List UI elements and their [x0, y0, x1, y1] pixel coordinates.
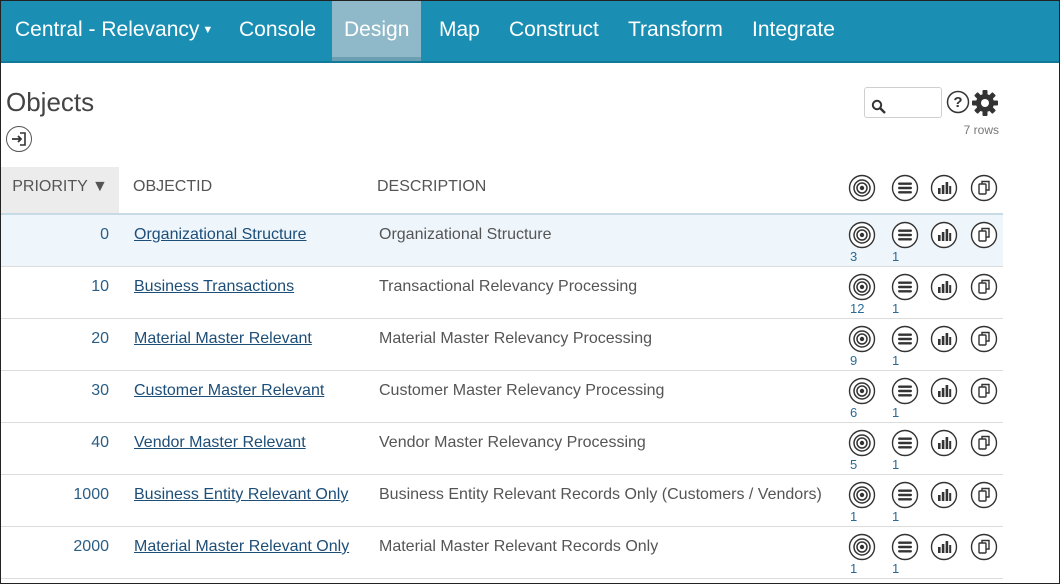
- list-icon[interactable]: [891, 481, 919, 509]
- list-icon[interactable]: [891, 174, 919, 202]
- copy-icon[interactable]: [970, 174, 998, 202]
- copy-icon[interactable]: [970, 481, 998, 509]
- copy-icon[interactable]: [970, 429, 998, 457]
- top-navigation: Central - Relevancy ▼ Console Design Map …: [1, 1, 1059, 63]
- list-count[interactable]: 1: [892, 301, 899, 316]
- list-count[interactable]: 1: [892, 353, 899, 368]
- chart-icon[interactable]: [930, 429, 958, 457]
- search-icon: [871, 99, 886, 114]
- target-icon[interactable]: [848, 221, 876, 249]
- priority-cell: 40: [91, 434, 109, 451]
- list-icon[interactable]: [891, 273, 919, 301]
- list-count[interactable]: 1: [892, 457, 899, 472]
- copy-icon[interactable]: [970, 377, 998, 405]
- objectid-link[interactable]: Material Master Relevant: [134, 330, 312, 348]
- table-row[interactable]: 0 Organizational Structure Organizational …: [1, 215, 1003, 267]
- target-count[interactable]: 3: [850, 249, 857, 264]
- objectid-link[interactable]: Business Entity Relevant Only: [134, 486, 348, 504]
- target-count[interactable]: 1: [850, 561, 857, 576]
- description-cell: Transactional Relevancy Processing: [379, 278, 638, 295]
- target-count[interactable]: 6: [850, 405, 857, 420]
- description-cell: Business Entity Relevant Records Only (C…: [379, 486, 822, 503]
- list-icon[interactable]: [891, 429, 919, 457]
- list-count[interactable]: 1: [892, 509, 899, 524]
- priority-cell: 1000: [73, 486, 109, 503]
- export-button[interactable]: [6, 126, 32, 152]
- target-icon[interactable]: [848, 533, 876, 561]
- column-header-priority[interactable]: PRIORITY ▼: [1, 167, 119, 213]
- priority-cell: 20: [91, 330, 109, 347]
- gear-icon[interactable]: [970, 88, 1000, 118]
- chart-icon[interactable]: [930, 325, 958, 353]
- nav-map[interactable]: Map: [439, 1, 480, 59]
- description-cell: Organizational Structure: [379, 226, 552, 243]
- description-cell: Material Master Relevancy Processing: [379, 330, 652, 347]
- copy-icon[interactable]: [970, 533, 998, 561]
- target-icon[interactable]: [848, 273, 876, 301]
- caret-down-icon: ▼: [202, 24, 214, 37]
- target-icon[interactable]: [848, 325, 876, 353]
- chart-icon[interactable]: [930, 221, 958, 249]
- target-icon[interactable]: [848, 174, 876, 202]
- list-count[interactable]: 1: [892, 561, 899, 576]
- list-icon[interactable]: [891, 533, 919, 561]
- objectid-link[interactable]: Customer Master Relevant: [134, 382, 324, 400]
- objectid-link[interactable]: Vendor Master Relevant: [134, 434, 306, 452]
- target-count[interactable]: 5: [850, 457, 857, 472]
- target-icon[interactable]: [848, 429, 876, 457]
- objectid-link[interactable]: Organizational Structure: [134, 226, 307, 244]
- nav-project-label: Central - Relevancy: [15, 18, 200, 41]
- column-header-description[interactable]: DESCRIPTION: [377, 167, 486, 213]
- target-count[interactable]: 1: [850, 509, 857, 524]
- priority-cell: 2000: [73, 538, 109, 555]
- priority-cell: 30: [91, 382, 109, 399]
- target-icon[interactable]: [848, 377, 876, 405]
- list-icon[interactable]: [891, 325, 919, 353]
- objectid-link[interactable]: Material Master Relevant Only: [134, 538, 349, 556]
- priority-cell: 0: [100, 226, 109, 243]
- svg-text:?: ?: [953, 94, 962, 111]
- list-icon[interactable]: [891, 221, 919, 249]
- copy-icon[interactable]: [970, 221, 998, 249]
- chart-icon[interactable]: [930, 533, 958, 561]
- table-row[interactable]: 10 Business Transactions Transactional Rel…: [1, 267, 1003, 319]
- nav-transform[interactable]: Transform: [628, 1, 723, 59]
- copy-icon[interactable]: [970, 325, 998, 353]
- description-cell: Material Master Relevant Records Only: [379, 538, 659, 555]
- table-row[interactable]: 40 Vendor Master Relevant Vendor Master Re…: [1, 423, 1003, 475]
- chart-icon[interactable]: [930, 481, 958, 509]
- list-count[interactable]: 1: [892, 405, 899, 420]
- list-icon[interactable]: [891, 377, 919, 405]
- page-title: Objects: [6, 87, 95, 117]
- nav-console[interactable]: Console: [239, 1, 316, 59]
- chart-icon[interactable]: [930, 273, 958, 301]
- list-count[interactable]: 1: [892, 249, 899, 264]
- target-icon[interactable]: [848, 481, 876, 509]
- description-cell: Customer Master Relevancy Processing: [379, 382, 665, 399]
- nav-project-dropdown[interactable]: Central - Relevancy ▼: [15, 1, 213, 59]
- app-frame: Central - Relevancy ▼ Console Design Map …: [0, 0, 1060, 584]
- column-header-objectid[interactable]: OBJECTID: [133, 167, 212, 213]
- table-row[interactable]: 30 Customer Master Relevant Customer Maste…: [1, 371, 1003, 423]
- table-row[interactable]: 20 Material Master Relevant Material Maste…: [1, 319, 1003, 371]
- nav-design[interactable]: Design: [332, 1, 422, 61]
- search-input[interactable]: [864, 87, 942, 118]
- target-count[interactable]: 9: [850, 353, 857, 368]
- chart-icon[interactable]: [930, 377, 958, 405]
- help-icon[interactable]: ?: [946, 90, 970, 114]
- export-icon: [12, 132, 26, 146]
- chart-icon[interactable]: [930, 174, 958, 202]
- objectid-link[interactable]: Business Transactions: [134, 278, 294, 296]
- priority-cell: 10: [91, 278, 109, 295]
- nav-construct[interactable]: Construct: [509, 1, 599, 59]
- table-row[interactable]: 1000 Business Entity Relevant Only Busines…: [1, 475, 1003, 527]
- copy-icon[interactable]: [970, 273, 998, 301]
- nav-integrate[interactable]: Integrate: [752, 1, 835, 59]
- description-cell: Vendor Master Relevancy Processing: [379, 434, 646, 451]
- table-row[interactable]: 2000 Material Master Relevant Only Materia…: [1, 527, 1003, 579]
- target-count[interactable]: 12: [850, 301, 864, 316]
- row-count: 7 rows: [963, 123, 999, 137]
